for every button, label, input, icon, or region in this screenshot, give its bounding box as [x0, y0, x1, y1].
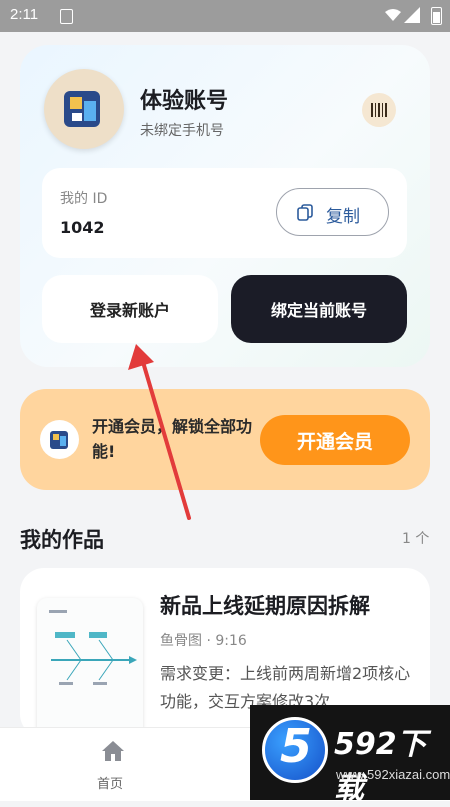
work-thumbnail: [37, 598, 143, 738]
login-new-account-button[interactable]: 登录新账户: [42, 275, 218, 343]
barcode-icon[interactable]: [362, 93, 396, 127]
work-meta: 鱼骨图 · 9:16: [160, 633, 247, 649]
open-membership-button[interactable]: 开通会员: [260, 415, 410, 465]
app-logo-icon: [40, 420, 79, 459]
profile-card: 体验账号 未绑定手机号 我的 ID 1042 复制 登录新账户 绑定当前账号: [20, 45, 430, 367]
watermark-digit: 5: [280, 719, 313, 773]
battery-icon: [431, 7, 442, 25]
bind-current-account-button[interactable]: 绑定当前账号: [231, 275, 407, 343]
nav-home-label[interactable]: 首页: [97, 773, 123, 792]
home-icon[interactable]: [101, 740, 125, 762]
sim-icon: [60, 9, 73, 24]
watermark-brand: 592下载: [334, 727, 427, 806]
signal-icon: [404, 7, 420, 23]
wifi-icon: [385, 9, 401, 21]
works-count: 1 个: [402, 531, 430, 547]
id-label: 我的 ID: [60, 191, 108, 207]
watermark: 5 592下载 www.592xiazai.com: [250, 705, 450, 806]
copy-label: 复制: [326, 207, 360, 227]
id-value: 1042: [60, 218, 105, 237]
membership-banner: 开通会员，解锁全部功能! 开通会员: [20, 389, 430, 490]
membership-promo-text: 开通会员，解锁全部功能!: [92, 417, 253, 461]
status-time: 2:11: [10, 6, 39, 23]
phone-binding-status: 未绑定手机号: [140, 123, 224, 139]
user-id-box: 我的 ID 1042 复制: [42, 168, 407, 258]
avatar[interactable]: [44, 69, 124, 149]
app-logo-icon: [64, 91, 100, 127]
watermark-url: www.592xiazai.com: [336, 767, 450, 782]
copy-icon: [297, 204, 313, 221]
copy-id-button[interactable]: 复制: [276, 188, 389, 236]
section-title: 我的作品: [20, 528, 104, 552]
status-bar: 2:11: [0, 0, 450, 32]
work-title: 新品上线延期原因拆解: [160, 594, 370, 618]
account-name: 体验账号: [140, 89, 229, 114]
